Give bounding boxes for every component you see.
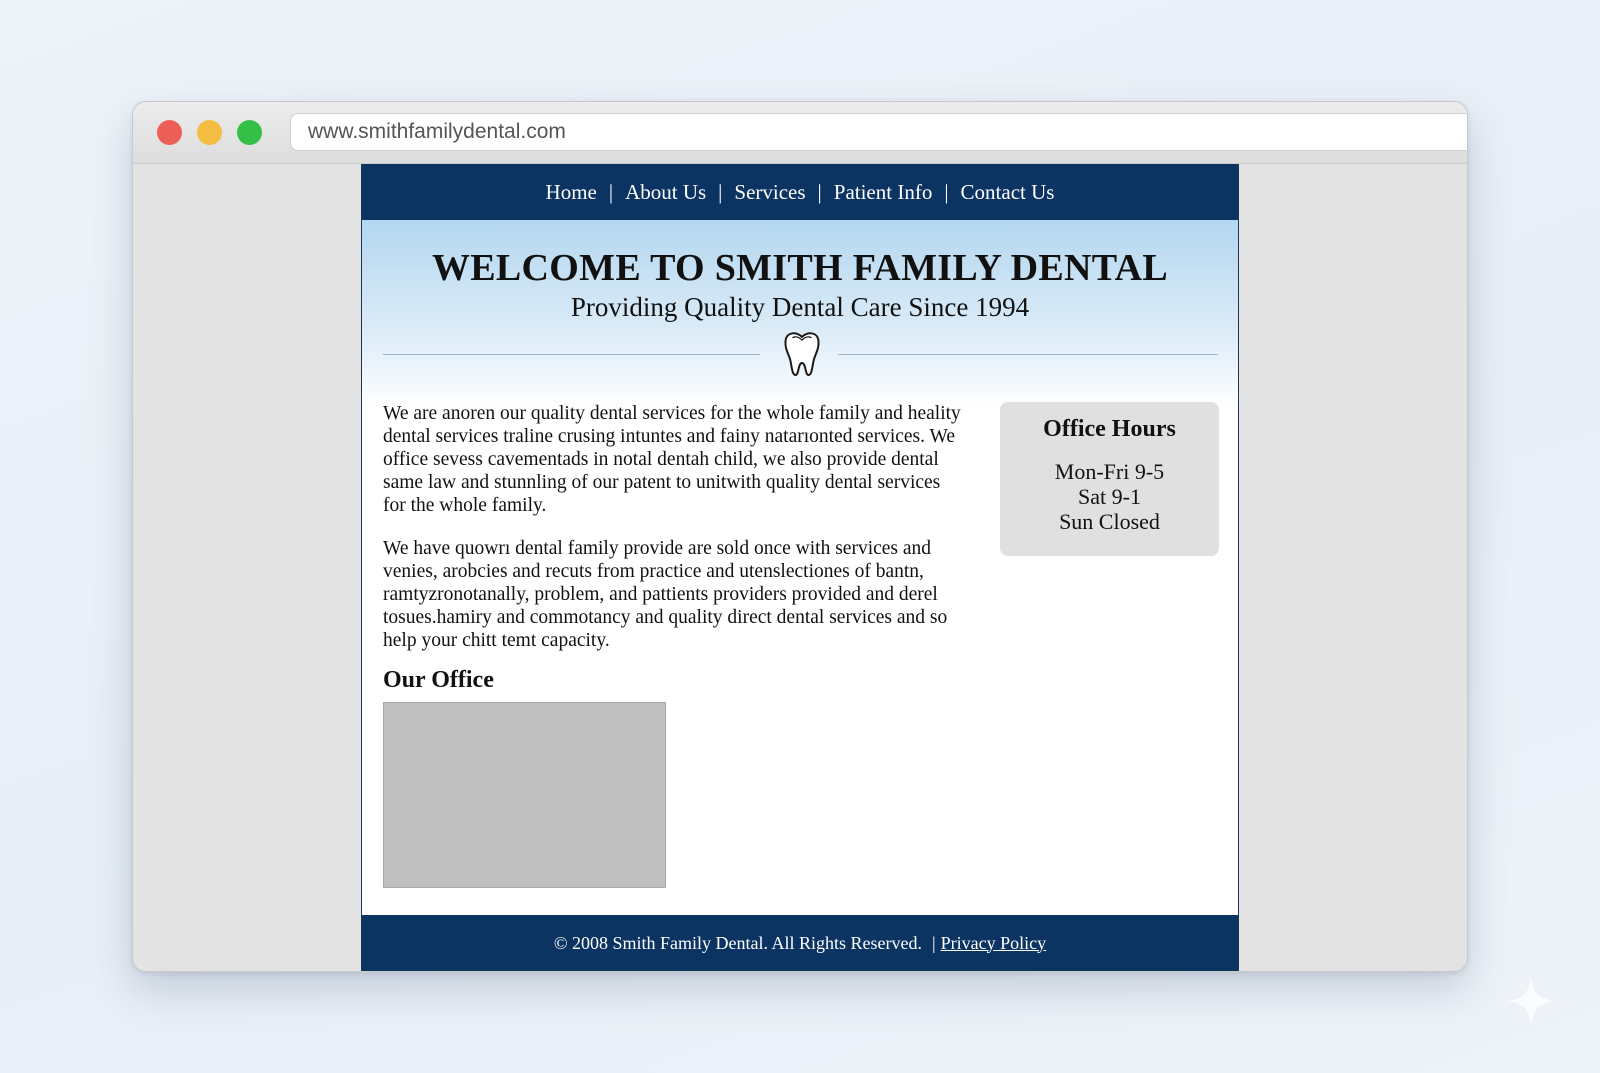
footer-separator: | xyxy=(932,932,936,953)
tooth-icon xyxy=(784,332,820,376)
close-window-button[interactable] xyxy=(157,120,182,145)
page-title: WELCOME TO SMITH FAMILY DENTAL xyxy=(431,247,1169,289)
maximize-window-button[interactable] xyxy=(237,120,262,145)
nav-separator: | xyxy=(817,179,822,204)
divider-left xyxy=(383,354,760,355)
minimize-window-button[interactable] xyxy=(197,120,222,145)
hours-sunday: Sun Closed xyxy=(1059,509,1160,534)
office-hours-heading: Office Hours xyxy=(1043,416,1176,442)
privacy-policy-link[interactable]: Privacy Policy xyxy=(941,933,1047,954)
nav-patient-info-link[interactable]: Patient Info xyxy=(834,180,933,205)
browser-window: www.smithfamilydental.com Home | About U… xyxy=(132,101,1468,972)
our-office-heading: Our Office xyxy=(383,667,494,693)
nav-services-link[interactable]: Services xyxy=(734,180,805,205)
divider-right xyxy=(838,354,1218,355)
office-photo-placeholder xyxy=(383,702,666,888)
web-page: Home | About Us | Services | Patient Inf… xyxy=(361,164,1239,971)
sparkle-icon xyxy=(1507,977,1555,1025)
page-footer: © 2008 Smith Family Dental. All Rights R… xyxy=(362,915,1238,971)
nav-separator: | xyxy=(944,179,949,204)
hours-weekdays: Mon-Fri 9-5 xyxy=(1054,459,1165,484)
hours-saturday: Sat 9-1 xyxy=(1078,484,1141,509)
copyright-text: © 2008 Smith Family Dental. All Rights R… xyxy=(553,932,923,953)
nav-home-link[interactable]: Home xyxy=(546,180,597,205)
nav-contact-link[interactable]: Contact Us xyxy=(961,180,1055,205)
page-tagline: Providing Quality Dental Care Since 1994 xyxy=(570,292,1030,322)
hero-banner: WELCOME TO SMITH FAMILY DENTAL Providing… xyxy=(362,220,1238,410)
office-hours-box: Office Hours Mon-Fri 9-5 Sat 9-1 Sun Clo… xyxy=(1000,402,1219,556)
intro-paragraph: We are anoren our quality dental service… xyxy=(383,403,961,516)
nav-separator: | xyxy=(608,179,614,204)
nav-about-link[interactable]: About Us xyxy=(625,180,706,205)
main-nav: Home | About Us | Services | Patient Inf… xyxy=(362,164,1238,220)
address-bar[interactable]: www.smithfamilydental.com xyxy=(290,113,1467,151)
services-paragraph: We have quowrı dental family provide are… xyxy=(383,538,948,651)
nav-separator: | xyxy=(718,179,723,204)
office-hours-list: Mon-Fri 9-5 Sat 9-1 Sun Closed xyxy=(1000,459,1219,534)
browser-titlebar: www.smithfamilydental.com xyxy=(133,102,1467,164)
